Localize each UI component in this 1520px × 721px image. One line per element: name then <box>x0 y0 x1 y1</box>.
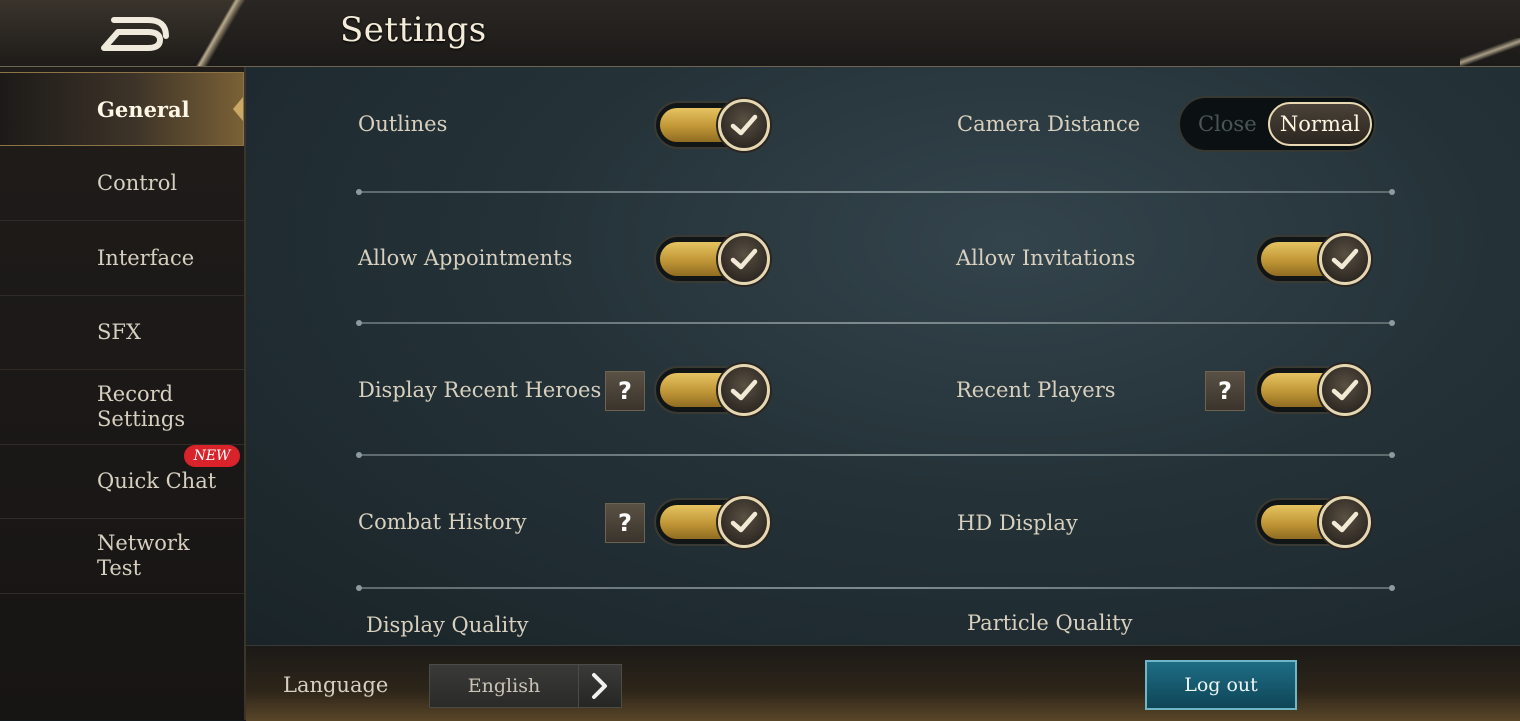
check-icon <box>1319 364 1371 416</box>
check-icon <box>1319 233 1371 285</box>
sidebar-item-general[interactable]: General <box>0 72 244 146</box>
camera-distance-selector: Close Normal <box>1178 96 1376 152</box>
hd-display-toggle[interactable] <box>1255 493 1373 551</box>
outlines-label: Outlines <box>358 112 448 136</box>
sidebar-item-label: SFX <box>97 320 141 344</box>
sidebar-item-label: General <box>97 96 190 122</box>
page-title: Settings <box>340 10 487 50</box>
row-divider <box>356 189 1395 195</box>
display-recent-heroes-label: Display Recent Heroes <box>358 378 602 402</box>
hd-display-label: HD Display <box>957 511 1078 535</box>
language-label: Language <box>283 673 389 697</box>
allow-invitations-toggle[interactable] <box>1255 230 1373 288</box>
help-icon[interactable]: ? <box>605 371 645 411</box>
help-icon[interactable]: ? <box>1205 371 1245 411</box>
header-edge-decoration <box>185 0 255 66</box>
camera-close-option[interactable]: Close <box>1198 112 1257 136</box>
sidebar-item-label: Record Settings <box>97 382 186 431</box>
sidebar-item-label: Network Test <box>97 531 190 580</box>
check-icon <box>1319 496 1371 548</box>
sidebar-item-record-settings[interactable]: Record Settings <box>0 370 244 445</box>
row-divider <box>356 452 1395 458</box>
sidebar-item-sfx[interactable]: SFX <box>0 296 244 370</box>
sidebar-item-control[interactable]: Control <box>0 146 244 221</box>
display-quality-label: Display Quality <box>366 613 529 637</box>
check-icon <box>718 233 770 285</box>
camera-distance-label: Camera Distance <box>957 112 1141 136</box>
new-badge: NEW <box>184 445 240 467</box>
recent-players-toggle[interactable] <box>1255 361 1373 419</box>
sidebar-item-interface[interactable]: Interface <box>0 221 244 296</box>
logout-button[interactable]: Log out <box>1145 660 1297 710</box>
row-divider <box>356 320 1395 326</box>
row-divider <box>356 585 1395 591</box>
active-indicator-icon <box>233 97 243 121</box>
sidebar-item-quick-chat[interactable]: Quick Chat NEW <box>0 445 244 519</box>
allow-invitations-label: Allow Invitations <box>956 246 1136 270</box>
particle-quality-label: Particle Quality <box>967 611 1133 635</box>
display-recent-heroes-toggle[interactable] <box>654 361 772 419</box>
sidebar: General Control Interface SFX Record Set… <box>0 67 246 720</box>
camera-normal-option[interactable]: Normal <box>1268 102 1372 146</box>
header-corner-decoration <box>1460 38 1520 66</box>
combat-history-toggle[interactable] <box>654 493 772 551</box>
header-bar: Settings <box>0 0 1520 67</box>
allow-appointments-label: Allow Appointments <box>358 246 573 270</box>
sidebar-item-network-test[interactable]: Network Test <box>0 519 244 594</box>
combat-history-label: Combat History <box>358 510 527 534</box>
sidebar-item-label: Quick Chat <box>97 469 217 493</box>
outlines-toggle[interactable] <box>654 96 772 154</box>
check-icon <box>718 99 770 151</box>
sidebar-item-label: Interface <box>97 245 195 270</box>
check-icon <box>718 364 770 416</box>
allow-appointments-toggle[interactable] <box>654 230 772 288</box>
help-icon[interactable]: ? <box>605 503 645 543</box>
recent-players-label: Recent Players <box>956 378 1116 402</box>
settings-panel <box>246 67 1520 645</box>
chevron-right-icon[interactable] <box>578 664 622 708</box>
sidebar-item-label: Control <box>97 170 178 195</box>
language-select[interactable]: English <box>429 664 579 708</box>
back-icon[interactable] <box>100 12 170 52</box>
check-icon <box>718 496 770 548</box>
